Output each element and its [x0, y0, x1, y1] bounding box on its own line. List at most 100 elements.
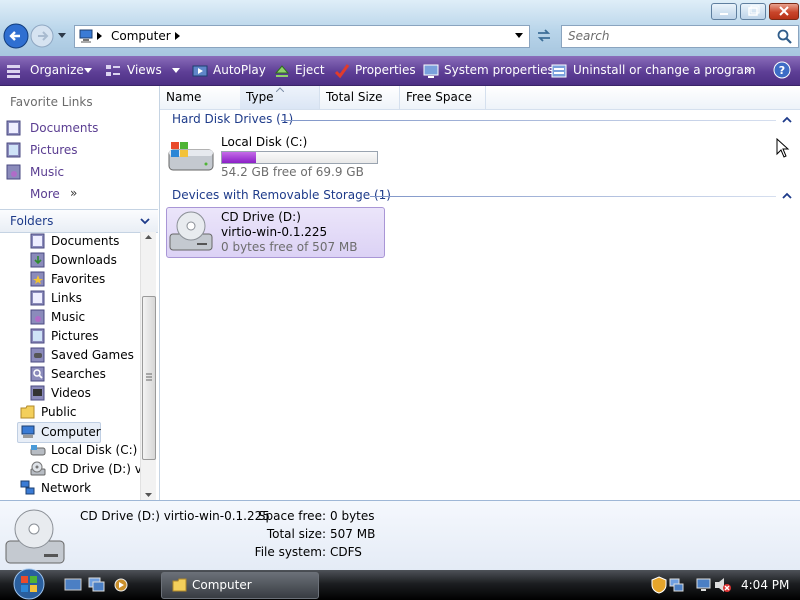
system-properties-button[interactable]: System properties	[423, 56, 554, 85]
volume-muted-icon	[715, 578, 731, 592]
chevron-down-icon	[84, 68, 92, 73]
taskbar-item-computer[interactable]: Computer	[161, 572, 319, 599]
refresh-button[interactable]	[532, 25, 556, 46]
views-button[interactable]: Views	[105, 56, 181, 85]
drive-usage-fill	[222, 152, 257, 163]
back-button[interactable]	[3, 23, 29, 49]
breadcrumb-arrow-icon[interactable]	[97, 32, 103, 40]
monitor-icon	[696, 578, 711, 591]
network-tray-icon[interactable]	[669, 577, 685, 593]
tree-item-videos[interactable]: Videos	[30, 384, 140, 403]
folder-tree-scrollbar[interactable]	[140, 232, 156, 500]
network-status-tray-icon[interactable]	[696, 577, 712, 593]
drive-item-local-disk[interactable]: Local Disk (C:) 54.2 GB free of 69.9 GB	[166, 132, 386, 180]
media-quicklaunch[interactable]	[112, 577, 130, 593]
security-tray-icon[interactable]	[651, 576, 667, 594]
organize-button[interactable]: Organize	[6, 56, 94, 85]
drive-name: CD Drive (D:)	[221, 210, 301, 224]
tree-item-computer[interactable]: Computer	[17, 422, 101, 443]
tree-item-cd-drive[interactable]: CD Drive (D:) virt	[30, 460, 140, 479]
taskbar-clock[interactable]: 4:04 PM	[741, 578, 789, 592]
tree-item-public[interactable]: Public	[20, 403, 140, 422]
title-bar: Computer Search	[0, 0, 800, 56]
folder-tree: Documents Downloads Favorites Links Musi…	[0, 232, 140, 500]
views-icon	[106, 65, 120, 76]
tree-item-links[interactable]: Links	[30, 289, 140, 308]
autoplay-button[interactable]: AutoPlay	[192, 56, 266, 85]
recent-pages-dropdown[interactable]	[57, 32, 67, 40]
drive-free-space: 54.2 GB free of 69.9 GB	[221, 165, 364, 179]
minimize-button[interactable]	[711, 3, 737, 20]
tree-item-searches[interactable]: Searches	[30, 365, 140, 384]
favorite-link-documents[interactable]: Documents	[6, 119, 126, 137]
show-desktop-quicklaunch[interactable]	[64, 577, 82, 593]
drive-item-cd-drive[interactable]: CD Drive (D:) virtio-win-0.1.225 0 bytes…	[166, 207, 385, 258]
media-icon	[114, 578, 128, 592]
tree-item-local-disk[interactable]: Local Disk (C:)	[30, 441, 140, 460]
folder-icon	[172, 578, 187, 592]
help-icon: ?	[773, 61, 791, 79]
group-header-removable-storage[interactable]: Devices with Removable Storage (1)	[172, 188, 391, 202]
scroll-up-icon[interactable]	[141, 232, 156, 242]
public-folder-icon	[20, 405, 35, 419]
close-button[interactable]	[769, 3, 799, 20]
double-chevron-icon: »	[70, 186, 78, 200]
network-icon	[20, 480, 35, 495]
navigation-pane: Favorite Links Documents Pictures Music …	[0, 86, 160, 500]
tree-item-saved-games[interactable]: Saved Games	[30, 346, 140, 365]
volume-tray-icon[interactable]	[714, 577, 732, 593]
switch-windows-quicklaunch[interactable]	[88, 577, 106, 593]
tree-item-pictures[interactable]: Pictures	[30, 327, 140, 346]
computer-icon	[78, 28, 94, 44]
column-header-name[interactable]: Name	[160, 86, 241, 109]
tree-item-music[interactable]: Music	[30, 308, 140, 327]
links-folder-icon	[30, 290, 45, 306]
programs-icon	[551, 64, 567, 78]
downloads-folder-icon	[30, 252, 45, 268]
forward-button[interactable]	[30, 24, 54, 48]
collapse-group-icon[interactable]	[782, 116, 792, 124]
address-bar[interactable]: Computer	[74, 25, 530, 48]
hard-drive-icon	[30, 445, 46, 456]
collapse-group-icon[interactable]	[782, 192, 792, 200]
tree-item-downloads[interactable]: Downloads	[30, 251, 140, 270]
address-dropdown-icon[interactable]	[515, 33, 524, 39]
properties-button[interactable]: Properties	[334, 56, 416, 85]
favorite-link-music[interactable]: Music	[6, 163, 126, 181]
maximize-button[interactable]	[740, 3, 766, 20]
tree-item-documents[interactable]: Documents	[30, 232, 140, 251]
videos-folder-icon	[30, 385, 45, 401]
folders-header[interactable]: Folders	[0, 209, 158, 233]
column-header-total-size[interactable]: Total Size	[320, 86, 400, 109]
pictures-folder-icon	[30, 328, 45, 344]
more-commands-button[interactable]: »	[741, 56, 761, 85]
breadcrumb-computer[interactable]: Computer	[111, 29, 171, 43]
uninstall-program-button[interactable]: Uninstall or change a program	[551, 56, 756, 85]
help-button[interactable]: ?	[773, 56, 793, 85]
search-input[interactable]: Search	[568, 29, 610, 43]
breadcrumb-arrow-icon[interactable]	[175, 32, 181, 40]
shield-icon	[651, 576, 667, 594]
search-box[interactable]: Search	[561, 25, 799, 48]
mouse-cursor-icon	[776, 138, 790, 158]
eject-button[interactable]: Eject	[274, 56, 326, 85]
command-bar: Organize Views AutoPlay Eject Properties…	[0, 56, 800, 86]
system-icon	[423, 64, 439, 78]
documents-folder-icon	[6, 120, 21, 136]
svg-text:?: ?	[779, 64, 785, 77]
tree-item-favorites[interactable]: Favorites	[30, 270, 140, 289]
eject-icon	[274, 65, 290, 77]
details-label-space-free: Space free:	[257, 509, 326, 523]
group-header-hard-disk-drives[interactable]: Hard Disk Drives (1)	[172, 112, 293, 126]
column-headers: Name Type Total Size Free Space	[160, 86, 800, 110]
column-header-free-space[interactable]: Free Space	[400, 86, 486, 109]
start-button[interactable]	[9, 568, 49, 600]
scrollbar-thumb[interactable]	[142, 296, 156, 460]
cd-drive-icon	[30, 461, 46, 476]
scroll-down-icon[interactable]	[141, 490, 156, 500]
switch-windows-icon	[88, 577, 105, 592]
tree-item-network[interactable]: Network	[20, 479, 140, 498]
favorite-link-pictures[interactable]: Pictures	[6, 141, 126, 159]
search-icon[interactable]	[777, 29, 793, 45]
favorite-links-more[interactable]: More »	[6, 185, 126, 203]
